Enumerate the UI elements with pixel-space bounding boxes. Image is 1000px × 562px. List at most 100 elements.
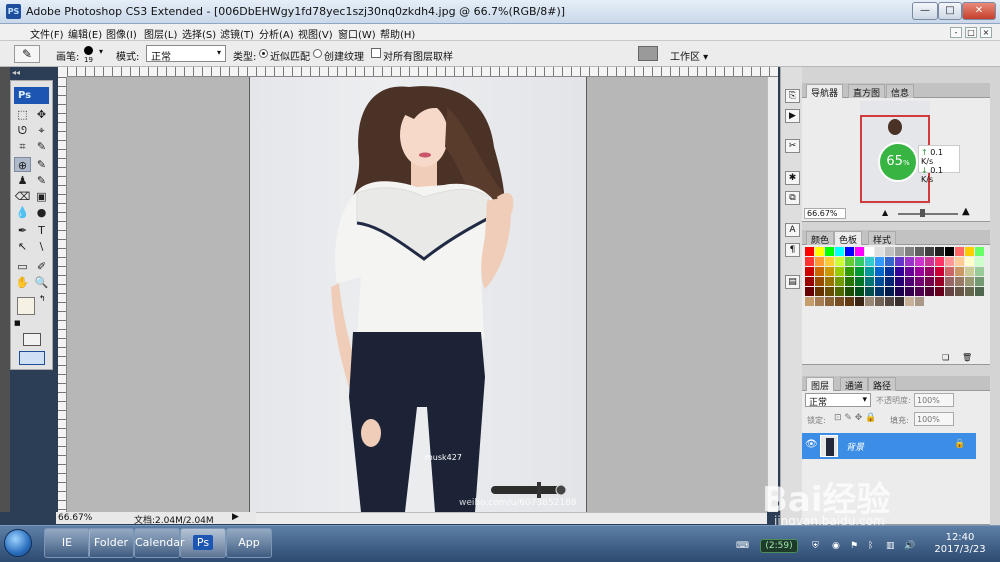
- taskbar-folder-button[interactable]: Folder: [88, 528, 134, 558]
- tray-keyboard-icon[interactable]: ⌨: [736, 541, 749, 551]
- notes-tool-icon[interactable]: ▭: [14, 259, 31, 274]
- swatch-cell[interactable]: [885, 277, 894, 286]
- swatch-cell[interactable]: [965, 267, 974, 276]
- swatch-cell[interactable]: [845, 247, 854, 256]
- swatch-cell[interactable]: [805, 267, 814, 276]
- swatch-cell[interactable]: [815, 297, 824, 306]
- menu-select[interactable]: 选择(S): [182, 26, 216, 41]
- tray-app-icon[interactable]: ◉: [832, 541, 840, 551]
- swatch-cell[interactable]: [965, 277, 974, 286]
- healing-brush-tool-icon[interactable]: ⊕: [14, 157, 31, 172]
- pen-tool-icon[interactable]: ✒: [14, 223, 31, 238]
- swatch-cell[interactable]: [825, 297, 834, 306]
- swatch-cell[interactable]: [905, 267, 914, 276]
- zoom-tool-icon[interactable]: 🔍: [33, 275, 50, 290]
- swatch-cell[interactable]: [855, 287, 864, 296]
- swatch-cell[interactable]: [855, 257, 864, 266]
- swatch-cell[interactable]: [905, 257, 914, 266]
- path-selection-tool-icon[interactable]: ↖: [14, 239, 31, 254]
- swatch-cell[interactable]: [915, 267, 924, 276]
- tab-channels[interactable]: 通道: [840, 377, 869, 392]
- swatch-cell[interactable]: [975, 287, 984, 296]
- clone-source-icon[interactable]: ⧉: [785, 191, 800, 205]
- swatch-cell[interactable]: [955, 247, 964, 256]
- swatch-cell[interactable]: [885, 287, 894, 296]
- swatch-cell[interactable]: [825, 257, 834, 266]
- tab-layers[interactable]: 图层: [806, 377, 835, 392]
- photo-canvas[interactable]: musk427 weibo.com/u/6073852188: [249, 77, 586, 512]
- swatch-cell[interactable]: [865, 287, 874, 296]
- lasso-tool-icon[interactable]: ᘎ: [14, 123, 31, 138]
- swatch-cell[interactable]: [975, 247, 984, 256]
- swatch-cell[interactable]: [935, 247, 944, 256]
- new-swatch-icon[interactable]: ❏: [942, 353, 949, 362]
- workspace-menu[interactable]: 工作区 ▾: [670, 48, 708, 63]
- tab-navigator[interactable]: 导航器: [806, 84, 844, 99]
- doc-minimize-button[interactable]: -: [950, 27, 962, 38]
- swatch-cell[interactable]: [945, 257, 954, 266]
- taskbar-app-button[interactable]: App: [226, 528, 272, 558]
- swatch-cell[interactable]: [905, 247, 914, 256]
- swatch-cell[interactable]: [855, 277, 864, 286]
- swatch-cell[interactable]: [805, 297, 814, 306]
- swatch-cell[interactable]: [845, 267, 854, 276]
- menu-layer[interactable]: 图层(L): [144, 26, 177, 41]
- swatch-cell[interactable]: [855, 297, 864, 306]
- navigator-zoom-slider[interactable]: [898, 213, 958, 215]
- history-brush-tool-icon[interactable]: ✎: [33, 173, 50, 188]
- swatch-cell[interactable]: [875, 287, 884, 296]
- swatch-grid[interactable]: [805, 247, 984, 306]
- close-button[interactable]: ✕: [962, 2, 996, 20]
- tab-color[interactable]: 颜色: [806, 231, 835, 246]
- taskbar-photoshop-button[interactable]: Ps: [180, 528, 226, 558]
- menu-file[interactable]: 文件(F): [30, 26, 64, 41]
- move-tool-icon[interactable]: ✥: [33, 107, 50, 122]
- swatch-cell[interactable]: [845, 277, 854, 286]
- menu-help[interactable]: 帮助(H): [380, 26, 415, 41]
- swatch-cell[interactable]: [835, 267, 844, 276]
- horizontal-ruler[interactable]: [67, 67, 778, 77]
- tool-presets-icon[interactable]: ✂: [785, 139, 800, 153]
- swatch-cell[interactable]: [845, 297, 854, 306]
- swatch-cell[interactable]: [875, 267, 884, 276]
- menu-image[interactable]: 图像(I): [106, 26, 137, 41]
- opacity-field[interactable]: 100%: [914, 393, 954, 407]
- brushes-panel-icon[interactable]: ✱: [785, 171, 800, 185]
- swatch-cell[interactable]: [875, 247, 884, 256]
- swatch-cell[interactable]: [895, 247, 904, 256]
- swatch-cell[interactable]: [865, 297, 874, 306]
- start-button[interactable]: [4, 529, 32, 557]
- swap-colors-icon[interactable]: ↰: [39, 294, 46, 303]
- swatch-cell[interactable]: [975, 277, 984, 286]
- swatch-cell[interactable]: [965, 247, 974, 256]
- swatch-cell[interactable]: [925, 287, 934, 296]
- zoom-out-icon[interactable]: ▲: [882, 208, 888, 217]
- paint-bucket-tool-icon[interactable]: ▣: [33, 189, 50, 204]
- layer-row-background[interactable]: 👁 背景 🔒: [802, 433, 976, 459]
- screen-mode-icon[interactable]: [19, 351, 45, 365]
- swatch-cell[interactable]: [925, 277, 934, 286]
- swatch-cell[interactable]: [955, 267, 964, 276]
- clone-stamp-tool-icon[interactable]: ♟: [14, 173, 31, 188]
- navigator-zoom-field[interactable]: 66.67%: [804, 208, 846, 219]
- navigator-zoom-slider-thumb[interactable]: [920, 209, 925, 217]
- swatch-cell[interactable]: [885, 267, 894, 276]
- swatch-cell[interactable]: [805, 287, 814, 296]
- swatch-cell[interactable]: [815, 257, 824, 266]
- tab-paths[interactable]: 路径: [868, 377, 897, 392]
- brush-dropdown-chevron-icon[interactable]: ▾: [99, 47, 103, 56]
- brush-preview-icon[interactable]: [84, 46, 93, 55]
- swatch-cell[interactable]: [815, 247, 824, 256]
- swatch-cell[interactable]: [895, 257, 904, 266]
- swatch-cell[interactable]: [825, 287, 834, 296]
- taskbar-clock[interactable]: 12:40 2017/3/23: [925, 532, 995, 556]
- tray-flag-icon[interactable]: ⚑: [850, 541, 858, 551]
- minimize-button[interactable]: —: [912, 2, 938, 20]
- swatch-cell[interactable]: [965, 257, 974, 266]
- brush-tool-icon[interactable]: ✎: [33, 157, 50, 172]
- swatch-cell[interactable]: [815, 267, 824, 276]
- dodge-tool-icon[interactable]: ●: [33, 205, 50, 220]
- swatch-cell[interactable]: [885, 257, 894, 266]
- swatch-cell[interactable]: [865, 267, 874, 276]
- swatch-cell[interactable]: [865, 247, 874, 256]
